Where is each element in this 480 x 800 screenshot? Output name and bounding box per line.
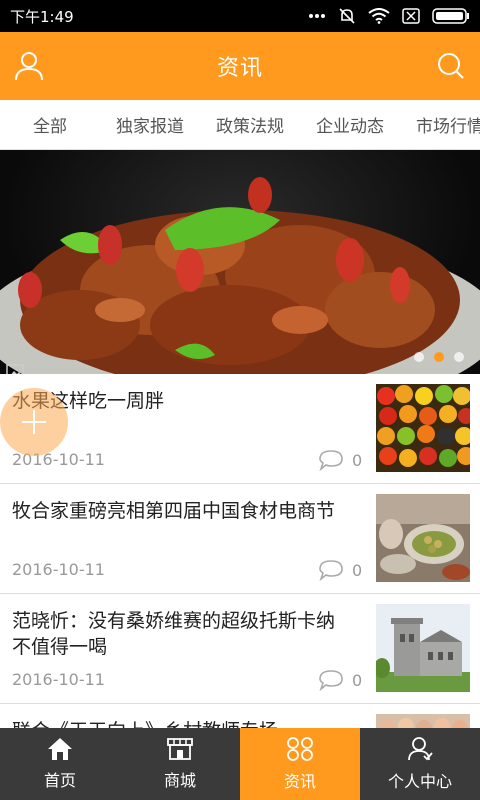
nav-shop-label: 商城 (163, 771, 196, 790)
news-thumbnail (376, 494, 470, 582)
add-button[interactable] (0, 388, 68, 456)
tab-market[interactable]: 市场行情 (400, 112, 480, 137)
news-thumbnail (376, 384, 470, 472)
news-title: 联合《天天向上》乡村教师专场 (12, 718, 357, 728)
page-title: 资讯 (216, 56, 263, 81)
status-icons (308, 7, 470, 25)
user-icon (15, 52, 43, 81)
more-dots-icon (309, 14, 325, 18)
battery-icon (432, 8, 469, 24)
nav-home-label: 首页 (43, 771, 76, 790)
news-thumbnail (376, 714, 470, 728)
nav-profile-label: 个人中心 (387, 772, 452, 791)
search-button[interactable] (434, 49, 468, 83)
banner-food-image (0, 177, 480, 374)
user-icon (408, 737, 433, 761)
comment-count[interactable]: 0 (318, 449, 362, 471)
status-bar: 下午1:49 (0, 0, 480, 32)
app-header: 资讯 (0, 32, 480, 100)
status-time: 下午1:49 (10, 7, 74, 26)
sim-x-icon (402, 8, 420, 24)
news-title: 范晓忻：没有桑娇维赛的超级托斯卡纳 不值得一喝 (12, 610, 336, 658)
nav-news[interactable]: 资讯 (240, 728, 360, 800)
tab-exclusive[interactable]: 独家报道 (100, 112, 200, 137)
list-item[interactable]: 范晓忻：没有桑娇维赛的超级托斯卡纳 不值得一喝 2016-10-11 0 (0, 594, 480, 704)
carousel-dots (414, 352, 464, 362)
news-date: 2016-10-11 (12, 670, 105, 689)
comment-count[interactable]: 0 (318, 559, 362, 581)
list-item[interactable]: 联合《天天向上》乡村教师专场 (0, 704, 480, 728)
comment-count-value: 0 (352, 560, 363, 580)
carousel-dot[interactable] (454, 352, 464, 362)
wifi-icon (368, 8, 390, 24)
comment-count[interactable]: 0 (318, 669, 362, 691)
category-tabs: 全部 独家报道 政策法规 企业动态 市场行情 (0, 100, 480, 150)
comment-icon (319, 450, 343, 471)
profile-button[interactable] (12, 49, 46, 83)
bottom-nav: 首页 商城 资讯 个人中心 (0, 728, 480, 800)
list-item[interactable]: 水果这样吃一周胖 2016-10-11 0 (0, 374, 480, 484)
tab-policy[interactable]: 政策法规 (200, 112, 300, 137)
list-item[interactable]: 牧合家重磅亮相第四届中国食材电商节 2016-10-11 0 (0, 484, 480, 594)
news-title: 牧合家重磅亮相第四届中国食材电商节 (12, 500, 336, 522)
tab-company[interactable]: 企业动态 (300, 112, 400, 137)
tab-all[interactable]: 全部 (0, 112, 100, 137)
mute-bell-icon (339, 8, 355, 24)
comment-icon (319, 560, 343, 581)
comment-count-value: 0 (352, 670, 363, 690)
grid-icon (287, 737, 313, 761)
carousel-dot[interactable] (414, 352, 424, 362)
nav-home[interactable]: 首页 (0, 728, 120, 800)
plus-icon (22, 410, 46, 434)
news-list: 水果这样吃一周胖 2016-10-11 0 牧合家重磅亮相第四届中国食材电商节 … (0, 374, 480, 728)
shop-icon (167, 738, 193, 760)
news-date: 2016-10-11 (12, 560, 105, 579)
nav-profile[interactable]: 个人中心 (360, 728, 480, 800)
nav-news-label: 资讯 (283, 772, 316, 791)
nav-shop[interactable]: 商城 (120, 728, 240, 800)
home-icon (48, 738, 72, 760)
news-thumbnail (376, 604, 470, 692)
search-icon (438, 53, 464, 79)
comment-icon (319, 670, 343, 691)
carousel-dot-active[interactable] (434, 352, 444, 362)
comment-count-value: 0 (352, 450, 363, 470)
banner-carousel[interactable] (0, 150, 480, 374)
